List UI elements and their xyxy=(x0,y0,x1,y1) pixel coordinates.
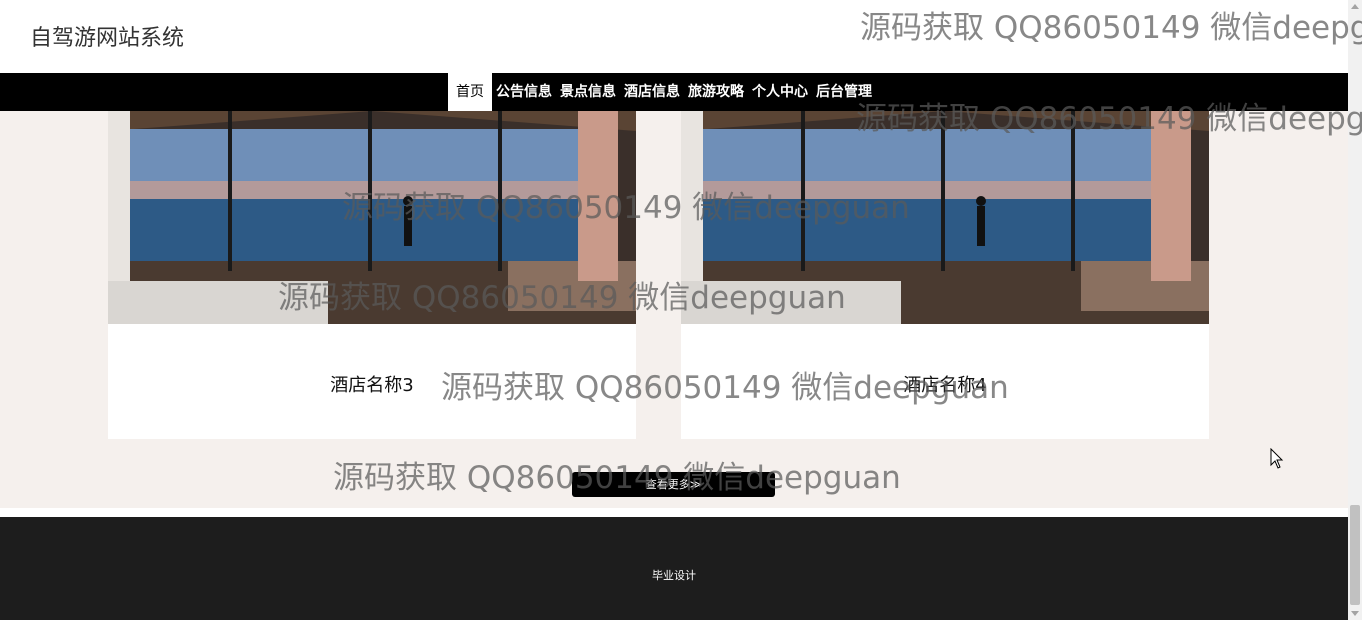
main-nav: 首页 公告信息 景点信息 酒店信息 旅游攻略 个人中心 后台管理 xyxy=(0,73,1348,111)
hotel-photo[interactable] xyxy=(681,111,1209,324)
site-title[interactable]: 自驾游网站系统 xyxy=(30,20,184,52)
footer: 毕业设计 xyxy=(0,517,1348,620)
nav-item-travel-guides[interactable]: 旅游攻略 xyxy=(684,73,748,111)
scroll-down-arrow-icon[interactable] xyxy=(1351,611,1359,616)
nav-item-hotels[interactable]: 酒店信息 xyxy=(620,73,684,111)
hotel-card[interactable]: 酒店名称4 xyxy=(681,111,1209,439)
nav-item-personal-center[interactable]: 个人中心 xyxy=(748,73,812,111)
footer-text: 毕业设计 xyxy=(652,569,696,582)
nav-item-announcements[interactable]: 公告信息 xyxy=(492,73,556,111)
nav-items: 首页 公告信息 景点信息 酒店信息 旅游攻略 个人中心 后台管理 xyxy=(448,73,876,111)
nav-item-admin[interactable]: 后台管理 xyxy=(812,73,876,111)
page-scrollbar[interactable] xyxy=(1348,0,1362,620)
view-more-button[interactable]: 查看更多≫ xyxy=(572,472,775,497)
mouse-cursor-icon xyxy=(1270,448,1284,469)
nav-item-home[interactable]: 首页 xyxy=(448,73,492,111)
hotel-name[interactable]: 酒店名称3 xyxy=(108,371,636,397)
scroll-thumb[interactable] xyxy=(1350,505,1360,605)
nav-item-attractions[interactable]: 景点信息 xyxy=(556,73,620,111)
header: 自驾游网站系统 xyxy=(0,0,1348,73)
scroll-up-arrow-icon[interactable] xyxy=(1351,4,1359,9)
divider xyxy=(0,508,1348,517)
hotel-photo[interactable] xyxy=(108,111,636,324)
hotel-name[interactable]: 酒店名称4 xyxy=(681,371,1209,397)
hotel-card[interactable]: 酒店名称3 xyxy=(108,111,636,439)
